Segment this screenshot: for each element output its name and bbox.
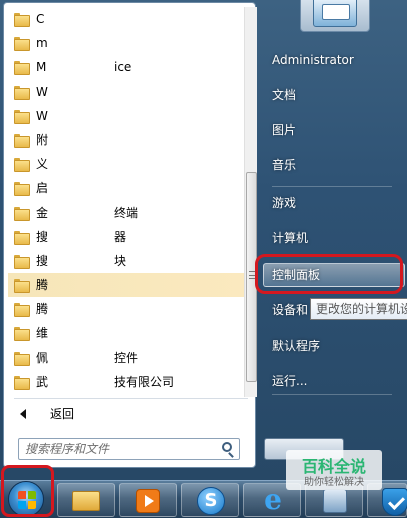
folder-icon [14, 351, 30, 366]
all-programs-list: CmMiceWW附义启金终端搜器搜块腾腾维佩控件武技有限公司游中路护航网银安全组… [8, 7, 244, 397]
program-label: W [36, 108, 48, 123]
programs-pane: CmMiceWW附义启金终端搜器搜块腾腾维佩控件武技有限公司游中路护航网银安全组… [3, 2, 257, 468]
explorer-folder-icon [72, 491, 100, 511]
back-button[interactable]: 返回 [14, 403, 244, 425]
programs-scrollbar[interactable] [244, 7, 257, 397]
right-item-administrator[interactable]: Administrator [263, 48, 354, 72]
program-label-tail: 控件 [114, 350, 139, 365]
program-label: 搜 [36, 229, 49, 244]
right-item-documents[interactable]: 文档 [263, 83, 296, 107]
program-item[interactable]: 义 [8, 152, 244, 176]
program-label: 游 [36, 394, 48, 397]
right-item-computer[interactable]: 计算机 [263, 226, 308, 250]
folder-icon [14, 37, 30, 52]
program-label: M [36, 60, 47, 75]
annotation-highlight-start [1, 465, 54, 517]
program-item[interactable]: 武 技有限公司 [8, 370, 244, 394]
s-app-icon: S [197, 487, 225, 515]
program-label: 维 [36, 326, 49, 341]
program-item[interactable]: W [8, 80, 244, 104]
program-label: m [36, 36, 48, 51]
program-item[interactable]: 腾 [8, 297, 244, 321]
program-label: 义 [36, 157, 49, 172]
folder-icon [14, 254, 30, 269]
program-label-tail: 器 [114, 229, 127, 244]
folder-icon [14, 375, 30, 390]
program-label-tail: 块 [114, 253, 127, 268]
program-label: 腾 [36, 302, 49, 317]
internet-explorer-icon: e [264, 483, 282, 516]
search-icon[interactable] [222, 442, 232, 452]
folder-icon [14, 109, 30, 124]
right-item-devices-printers[interactable]: 设备和 [263, 298, 308, 322]
watermark-subtitle: 助你轻松解决 [304, 477, 364, 488]
folder-icon [14, 133, 30, 148]
separator [14, 398, 248, 399]
security-shield-icon [382, 488, 407, 516]
search-box[interactable] [18, 438, 240, 460]
folder-icon [14, 182, 30, 197]
right-item-music[interactable]: 音乐 [263, 153, 296, 177]
taskbar-media-button[interactable] [119, 483, 177, 517]
program-label-tail: 技有限公司 [114, 374, 175, 389]
program-item[interactable]: 游 [8, 394, 244, 397]
program-label: 启 [36, 181, 49, 196]
folder-icon [14, 85, 30, 100]
folder-icon [14, 327, 30, 342]
program-label-tail: ice [114, 60, 132, 75]
program-item[interactable]: 佩 控件 [8, 346, 244, 370]
program-item[interactable]: W [8, 104, 244, 128]
program-item[interactable]: 金 终端 [8, 201, 244, 225]
control-panel-tooltip: 更改您的计算机设 [310, 298, 407, 320]
program-item[interactable]: 腾 [8, 273, 244, 298]
folder-icon [14, 230, 30, 245]
right-item-games[interactable]: 游戏 [263, 191, 296, 215]
right-item-pictures[interactable]: 图片 [263, 118, 296, 142]
program-label: 武 [36, 374, 49, 389]
program-label: W [36, 84, 48, 99]
folder-icon [14, 206, 30, 221]
user-picture-icon [313, 0, 357, 27]
folder-icon [14, 158, 30, 173]
user-picture-frame[interactable] [300, 0, 370, 32]
program-item[interactable]: 维 [8, 321, 244, 345]
separator [272, 394, 392, 395]
program-label: C [36, 12, 45, 26]
program-item[interactable]: m [8, 31, 244, 55]
folder-icon [14, 61, 30, 76]
separator [272, 186, 392, 187]
program-label: 附 [36, 132, 49, 147]
taskbar-s-app-button[interactable]: S [181, 483, 239, 517]
program-item[interactable]: 搜器 [8, 225, 244, 249]
program-label: 腾 [36, 278, 49, 293]
folder-icon [14, 303, 30, 318]
app-window-icon [323, 489, 347, 513]
program-item[interactable]: 启 [8, 176, 244, 200]
program-label: 搜 [36, 253, 49, 268]
right-item-default-programs[interactable]: 默认程序 [263, 334, 320, 358]
program-label: 金 [36, 205, 49, 220]
watermark-logo: 百科全说 助你轻松解决 [286, 450, 382, 490]
annotation-highlight-control-panel [255, 254, 403, 294]
folder-icon [14, 279, 30, 294]
program-item[interactable]: 附 [8, 128, 244, 152]
program-item[interactable]: 搜块 [8, 249, 244, 273]
program-label-tail: 终端 [114, 205, 139, 220]
right-item-run[interactable]: 运行... [263, 369, 307, 393]
media-player-icon [136, 489, 160, 513]
program-label: 佩 [36, 350, 49, 365]
program-item[interactable]: Mice [8, 55, 244, 79]
folder-icon [14, 13, 30, 27]
program-item[interactable]: C [8, 7, 244, 31]
back-label: 返回 [50, 407, 75, 421]
search-input[interactable] [25, 441, 215, 457]
back-arrow-icon [20, 409, 26, 419]
taskbar-explorer-button[interactable] [57, 483, 115, 517]
